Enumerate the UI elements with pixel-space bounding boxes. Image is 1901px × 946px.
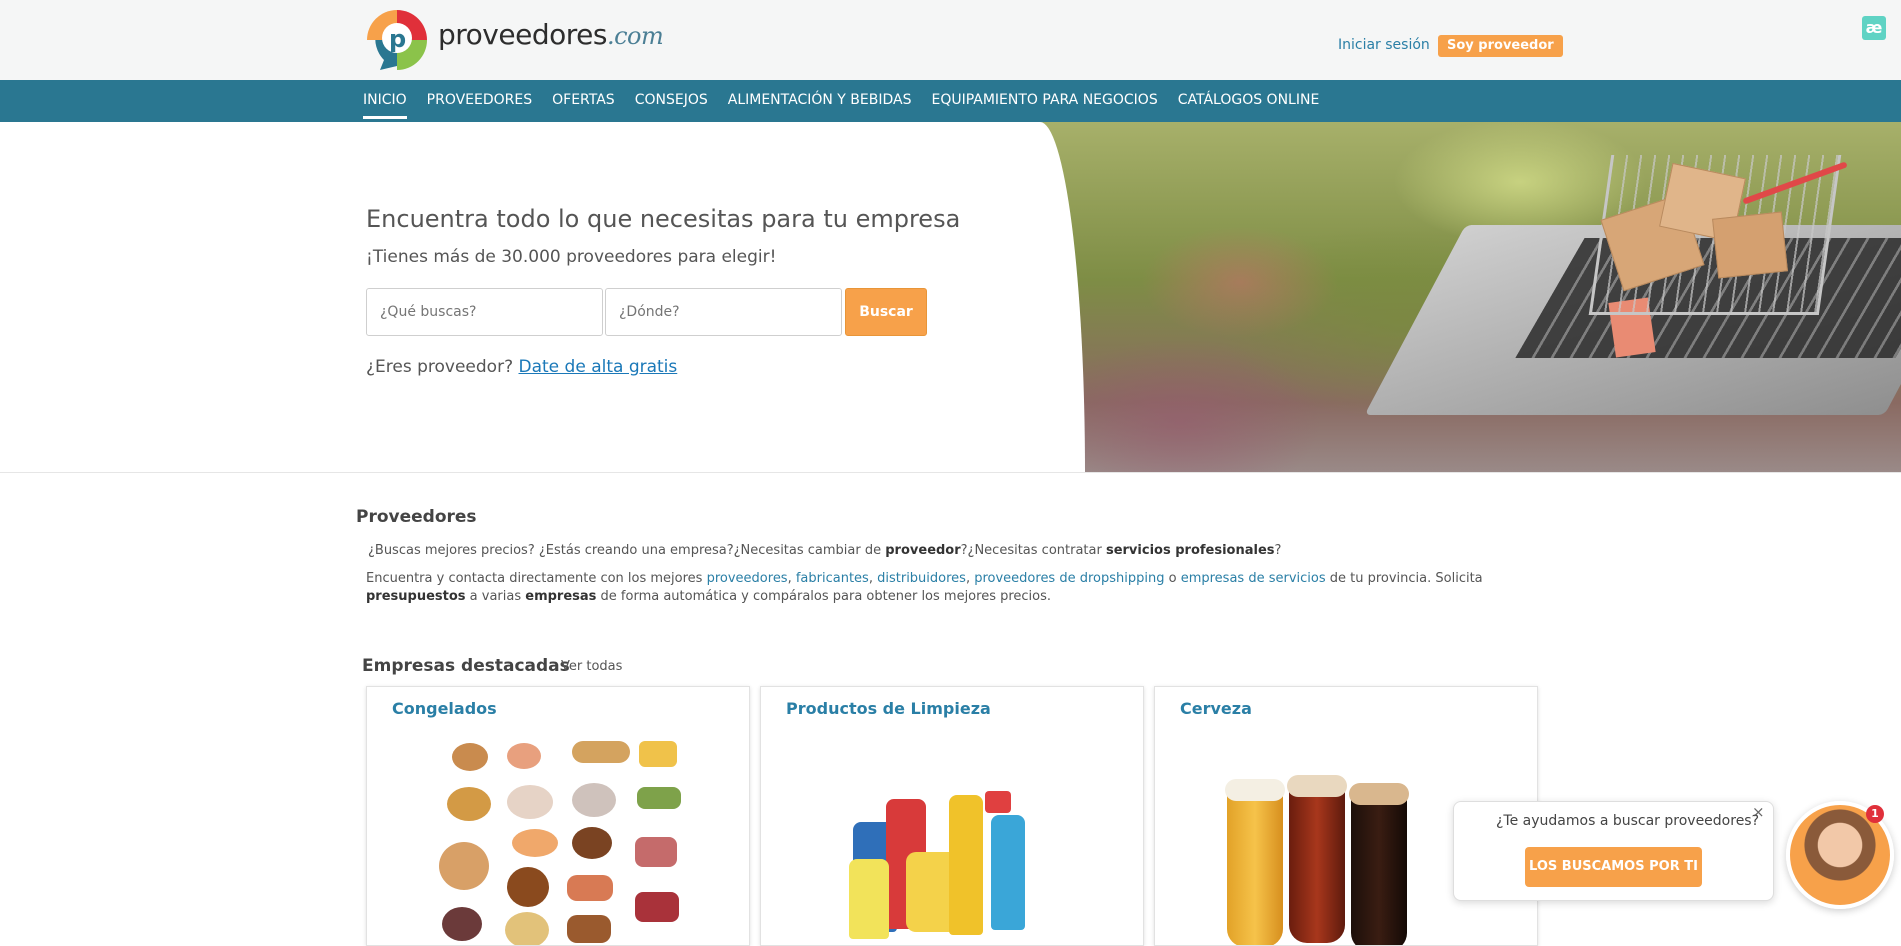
food-item [567, 915, 611, 943]
para-sep-2: , [868, 571, 878, 586]
nav-item-ofertas[interactable]: OFERTAS [552, 80, 615, 122]
link-proveedores[interactable]: proveedores [707, 571, 788, 586]
intro-bold-servicios: servicios profesionales [1105, 543, 1275, 558]
top-header: p proveedores.com Iniciar sesión Soy pro… [0, 0, 1901, 80]
link-distribuidores[interactable]: distribuidores [877, 571, 966, 586]
food-item [635, 837, 677, 867]
food-item [512, 829, 558, 857]
accessibility-icon[interactable]: æ [1862, 16, 1886, 40]
bottle-yellow-small [849, 859, 889, 939]
food-item [572, 827, 612, 859]
card-title[interactable]: Productos de Limpieza [786, 699, 991, 718]
link-fabricantes[interactable]: fabricantes [796, 571, 869, 586]
card-title[interactable]: Congelados [392, 699, 497, 718]
main-navbar: INICIO PROVEEDORES OFERTAS CONSEJOS ALIM… [0, 80, 1901, 122]
find-for-me-button[interactable]: LOS BUSCAMOS POR TI [1525, 847, 1702, 887]
para-sep-3: , [965, 571, 975, 586]
intro-text-e: ? [1274, 543, 1282, 558]
beer-glass-stout [1351, 791, 1407, 945]
site-logo[interactable]: p proveedores.com [362, 6, 664, 72]
spray-trigger [985, 791, 1011, 813]
nav-item-catalogos[interactable]: CATÁLOGOS ONLINE [1178, 80, 1320, 122]
intro-text-a: ¿Buscas mejores precios? ¿Estás creando … [368, 543, 886, 558]
link-empresas-servicios[interactable]: empresas de servicios [1181, 571, 1326, 586]
search-what-input[interactable] [366, 288, 603, 336]
providers-paragraph: Encuentra y contacta directamente con lo… [366, 570, 1526, 606]
signup-link[interactable]: Date de alta gratis [519, 357, 678, 377]
para-text-a: Encuentra y contacta directamente con lo… [366, 571, 707, 586]
chat-question: ¿Te ayudamos a buscar proveedores? [1496, 813, 1760, 829]
hero-subtitle: ¡Tienes más de 30.000 proveedores para e… [366, 247, 777, 267]
beer-glass-lager [1227, 787, 1283, 945]
parcel-box-3 [1712, 211, 1788, 279]
food-item [635, 892, 679, 922]
hero-title: Encuentra todo lo que necesitas para tu … [366, 205, 961, 233]
search-button[interactable]: Buscar [845, 288, 927, 336]
food-item [442, 907, 482, 941]
featured-card-congelados[interactable]: Congelados [366, 686, 750, 946]
link-dropshipping[interactable]: proveedores de dropshipping [974, 571, 1164, 586]
para-text-b: de tu provincia. Solicita [1325, 571, 1483, 586]
nav-item-consejos[interactable]: CONSEJOS [635, 80, 708, 122]
search-where-input[interactable] [605, 288, 842, 336]
beer-foam [1225, 779, 1285, 801]
food-item [572, 741, 630, 763]
card-title[interactable]: Cerveza [1180, 699, 1252, 718]
notification-badge: 1 [1866, 805, 1884, 823]
food-item [507, 743, 541, 769]
beer-foam [1287, 775, 1347, 797]
para-sep-4: o [1164, 571, 1181, 586]
providers-intro: ¿Buscas mejores precios? ¿Estás creando … [368, 543, 1281, 558]
food-item [507, 867, 549, 907]
provider-cta-text: ¿Eres proveedor? [366, 357, 514, 377]
featured-card-limpieza[interactable]: Productos de Limpieza [760, 686, 1144, 946]
provider-cta: ¿Eres proveedor? Date de alta gratis [366, 357, 677, 377]
intro-bold-proveedor: proveedor [885, 543, 961, 558]
food-item [447, 787, 491, 821]
logo-icon: p [367, 10, 427, 70]
bottle-yellow-tall [949, 795, 983, 935]
nav-item-inicio[interactable]: INICIO [363, 80, 407, 122]
food-item [507, 785, 553, 819]
see-all-link[interactable]: Ver todas [561, 659, 622, 674]
para-bold-presupuestos: presupuestos [366, 589, 466, 604]
soy-proveedor-button[interactable]: Soy proveedor [1438, 35, 1563, 57]
nav-item-equipamiento[interactable]: EQUIPAMIENTO PARA NEGOCIOS [931, 80, 1157, 122]
food-item [567, 875, 613, 901]
main-nav: INICIO PROVEEDORES OFERTAS CONSEJOS ALIM… [363, 80, 1339, 122]
food-item [439, 842, 489, 890]
food-item [572, 783, 616, 817]
beer-foam [1349, 783, 1409, 805]
para-text-d: de forma automática y compáralos para ob… [596, 589, 1052, 604]
para-sep-1: , [787, 571, 796, 586]
para-bold-empresas: empresas [525, 589, 597, 604]
logo-wordmark: proveedores [438, 17, 607, 51]
logo-suffix: .com [606, 21, 664, 50]
food-item [505, 912, 549, 945]
nav-item-proveedores[interactable]: PROVEEDORES [427, 80, 532, 122]
featured-heading: Empresas destacadas [362, 656, 570, 676]
para-text-c: a varias [465, 589, 526, 604]
providers-heading: Proveedores [356, 507, 477, 527]
food-item [452, 743, 488, 771]
svg-text:p: p [389, 25, 406, 53]
food-item [637, 787, 681, 809]
spray-bottle-blue [991, 815, 1025, 930]
food-item [639, 741, 677, 767]
intro-text-c: ?¿Necesitas contratar [960, 543, 1106, 558]
nav-item-alimentacion[interactable]: ALIMENTACIÓN Y BEBIDAS [728, 80, 912, 122]
logo-text: proveedores.com [438, 17, 664, 51]
beer-glass-red [1289, 783, 1345, 943]
login-link[interactable]: Iniciar sesión [1338, 37, 1430, 53]
